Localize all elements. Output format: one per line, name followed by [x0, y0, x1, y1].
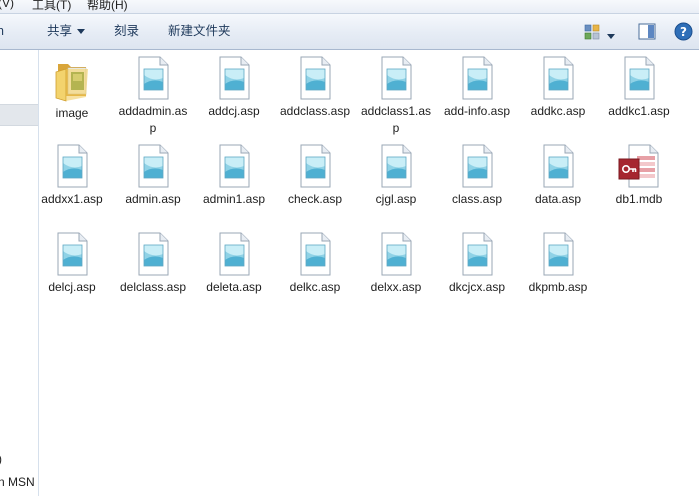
file-list[interactable]: image addadmin.asp addcj.asp addclass.as…: [39, 50, 699, 496]
file-item[interactable]: check.asp: [275, 144, 355, 208]
file-item[interactable]: dkpmb.asp: [518, 232, 598, 296]
asp-file-icon: [543, 56, 574, 100]
file-name-label: delclass.asp: [119, 280, 187, 294]
asp-file-icon: [381, 232, 412, 276]
asp-file-icon: [138, 144, 169, 188]
file-item[interactable]: deleta.asp: [194, 232, 274, 296]
help-button[interactable]: ?: [674, 22, 693, 44]
asp-file-icon: [543, 232, 574, 276]
burn-button[interactable]: 刻录: [114, 14, 139, 49]
asp-file-icon: [138, 232, 169, 276]
file-name-label: class.asp: [451, 192, 503, 206]
file-item[interactable]: delxx.asp: [356, 232, 436, 296]
asp-file-icon: [138, 56, 169, 100]
file-item[interactable]: class.asp: [437, 144, 517, 208]
change-view-button[interactable]: [584, 24, 600, 43]
asp-file-icon: [219, 56, 250, 100]
file-item[interactable]: delclass.asp: [113, 232, 193, 296]
menu-tools[interactable]: 工具(T): [32, 0, 71, 13]
file-name-label: deleta.asp: [206, 280, 262, 294]
file-name-label: add-info.asp: [443, 104, 511, 118]
file-name-label: addkc1.asp: [608, 104, 670, 118]
file-name-label: addadmin.asp: [118, 104, 188, 135]
file-name-label: delkc.asp: [289, 280, 341, 294]
menu-bar: (V) 工具(T) 帮助(H): [0, 0, 699, 13]
file-item[interactable]: addkc1.asp: [599, 56, 679, 120]
asp-file-icon: [219, 232, 250, 276]
file-name-label: db1.mdb: [615, 192, 663, 206]
help-icon: ?: [674, 22, 693, 41]
share-button[interactable]: 共享: [47, 14, 86, 49]
file-item[interactable]: addkc.asp: [518, 56, 598, 120]
file-name-label: delxx.asp: [370, 280, 422, 294]
chevron-down-icon: [607, 34, 615, 40]
asp-file-icon: [543, 144, 574, 188]
svg-text:?: ?: [680, 25, 687, 39]
file-item[interactable]: data.asp: [518, 144, 598, 208]
file-item[interactable]: admin1.asp: [194, 144, 274, 208]
file-item[interactable]: addcj.asp: [194, 56, 274, 120]
file-name-label: admin1.asp: [202, 192, 266, 206]
asp-file-icon: [462, 56, 493, 100]
asp-file-icon: [381, 56, 412, 100]
file-name-label: check.asp: [287, 192, 343, 206]
file-item[interactable]: addxx1.asp: [32, 144, 112, 208]
folder-icon: [55, 64, 88, 102]
file-name-label: data.asp: [534, 192, 582, 206]
file-item[interactable]: addclass1.asp: [356, 56, 436, 137]
view-grid-icon: [584, 24, 600, 40]
file-item[interactable]: admin.asp: [113, 144, 193, 208]
toolbar-partial-button[interactable]: n: [0, 14, 4, 49]
file-item[interactable]: dkcjcx.asp: [437, 232, 517, 296]
file-item[interactable]: delcj.asp: [32, 232, 112, 296]
asp-file-icon: [57, 232, 88, 276]
file-item[interactable]: addadmin.asp: [113, 56, 193, 137]
file-item[interactable]: addclass.asp: [275, 56, 355, 120]
file-name-label: addxx1.asp: [41, 192, 103, 206]
file-name-label: addclass.asp: [279, 104, 351, 118]
asp-file-icon: [300, 56, 331, 100]
file-name-label: delcj.asp: [48, 280, 96, 294]
nav-item-msn[interactable]: n MSN: [0, 475, 35, 489]
asp-file-icon: [381, 144, 412, 188]
file-name-label: admin.asp: [125, 192, 181, 206]
nav-item-text[interactable]: ): [0, 452, 2, 466]
menu-view[interactable]: (V): [0, 0, 14, 10]
file-item[interactable]: db1.mdb: [599, 144, 679, 208]
view-options-dropdown[interactable]: [607, 29, 615, 43]
file-name-label: addcj.asp: [208, 104, 260, 118]
file-item[interactable]: add-info.asp: [437, 56, 517, 120]
file-item[interactable]: cjgl.asp: [356, 144, 436, 208]
asp-file-icon: [462, 144, 493, 188]
asp-file-icon: [462, 232, 493, 276]
preview-pane-icon: [638, 23, 656, 40]
chevron-down-icon: [77, 29, 86, 35]
file-name-label: image: [55, 106, 89, 120]
file-item[interactable]: delkc.asp: [275, 232, 355, 296]
file-name-label: dkpmb.asp: [528, 280, 588, 294]
menu-help[interactable]: 帮助(H): [87, 0, 128, 13]
file-name-label: addkc.asp: [530, 104, 586, 118]
new-folder-button[interactable]: 新建文件夹: [168, 14, 231, 49]
file-name-label: cjgl.asp: [375, 192, 417, 206]
preview-pane-button[interactable]: [638, 23, 656, 43]
asp-file-icon: [300, 232, 331, 276]
file-item[interactable]: image: [32, 56, 112, 122]
asp-file-icon: [300, 144, 331, 188]
file-name-label: dkcjcx.asp: [448, 280, 506, 294]
asp-file-icon: [624, 56, 655, 100]
command-bar: n 共享 刻录 新建文件夹 ?: [0, 13, 699, 50]
share-button-label: 共享: [47, 24, 73, 38]
asp-file-icon: [57, 144, 88, 188]
asp-file-icon: [219, 144, 250, 188]
file-name-label: addclass1.asp: [360, 104, 432, 135]
access-db-icon: [618, 144, 659, 188]
